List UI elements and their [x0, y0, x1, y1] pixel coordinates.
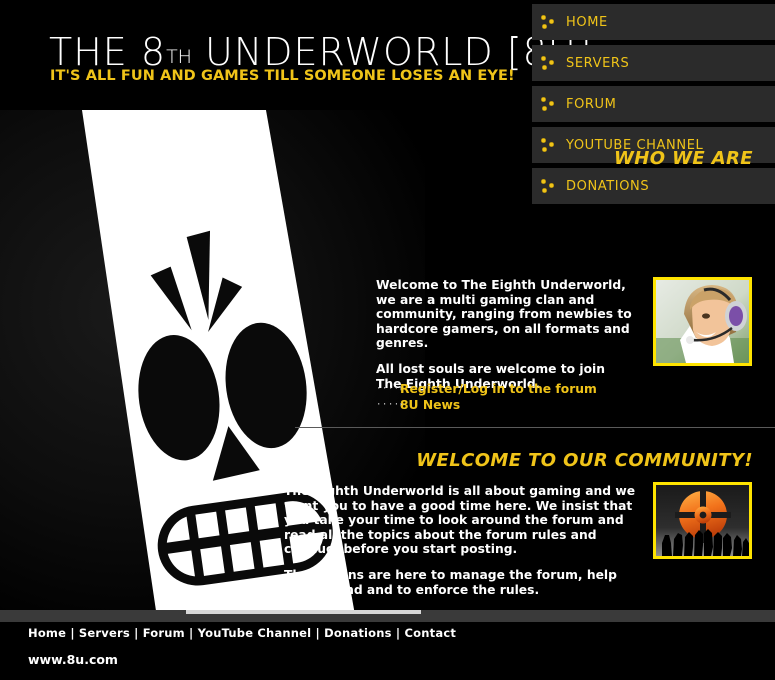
footer-link-home[interactable]: Home [28, 626, 66, 640]
main-navigation: HOME SERVERS FORUM YOUTUBE CHANNEL DONAT… [532, 0, 775, 207]
link-label: Register/Log in to the forum [400, 382, 597, 396]
community-paragraph: The admins are here to manage the forum,… [284, 567, 617, 597]
who-we-are-photo [653, 277, 752, 366]
footer-separator: | [391, 626, 405, 640]
woman-with-headset-photo [656, 280, 749, 363]
footer-link-contact[interactable]: Contact [405, 626, 457, 640]
who-we-are-links: ····▸ Register/Log in to the forum ····▸… [376, 382, 597, 414]
three-dots-icon [540, 95, 558, 113]
nav-item-forum[interactable]: FORUM [532, 86, 775, 122]
footer-separator: | [129, 626, 143, 640]
site-title-ordinal: TH [166, 46, 192, 68]
community-paragraph: The Eighth Underworld is all about gamin… [284, 484, 636, 557]
orange-crosshair-logo-with-crowd-silhouette [656, 485, 749, 556]
nav-item-servers[interactable]: SERVERS [532, 45, 775, 81]
nav-item-label: FORUM [566, 96, 617, 112]
link-label: 8U News [400, 398, 461, 412]
register-login-link[interactable]: ····▸ Register/Log in to the forum [376, 382, 597, 396]
footer-navigation: Home | Servers | Forum | YouTube Channel… [28, 626, 456, 640]
dotted-arrow-icon: ····▸ [376, 383, 406, 394]
footer-separator: | [184, 626, 198, 640]
who-we-are-paragraph: Welcome to The Eighth Underworld, we are… [376, 278, 632, 351]
footer-link-servers[interactable]: Servers [79, 626, 130, 640]
footer-link-youtube-channel[interactable]: YouTube Channel [198, 626, 312, 640]
site-header: THE 8TH UNDERWORLD [8U] IT'S ALL FUN AND… [0, 0, 591, 110]
nav-item-label: DONATIONS [566, 178, 650, 194]
three-dots-icon [540, 136, 558, 154]
footer-link-donations[interactable]: Donations [324, 626, 392, 640]
footer-separator: | [311, 626, 325, 640]
community-text: The Eighth Underworld is all about gamin… [284, 484, 642, 608]
footer-link-forum[interactable]: Forum [143, 626, 185, 640]
three-dots-icon [540, 13, 558, 31]
footer-bar-highlight [186, 610, 421, 614]
section-divider [295, 427, 775, 428]
who-we-are-heading: WHO WE ARE [614, 148, 753, 169]
footer-site-url: www.8u.com [28, 652, 118, 667]
site-footer: Home | Servers | Forum | YouTube Channel… [0, 622, 775, 680]
footer-separator-bar [0, 610, 775, 622]
community-photo [653, 482, 752, 559]
three-dots-icon [540, 177, 558, 195]
8u-news-link[interactable]: ····▸ 8U News [376, 398, 597, 412]
nav-item-donations[interactable]: DONATIONS [532, 168, 775, 204]
site-tagline: IT'S ALL FUN AND GAMES TILL SOMEONE LOSE… [50, 68, 515, 84]
page-root: THE 8TH UNDERWORLD [8U] IT'S ALL FUN AND… [0, 0, 775, 680]
community-heading: WELCOME TO OUR COMMUNITY! [416, 450, 753, 471]
nav-item-home[interactable]: HOME [532, 4, 775, 40]
footer-separator: | [66, 626, 79, 640]
dotted-arrow-icon: ····▸ [376, 399, 406, 410]
nav-item-label: SERVERS [566, 55, 630, 71]
three-dots-icon [540, 54, 558, 72]
nav-item-label: HOME [566, 14, 608, 30]
